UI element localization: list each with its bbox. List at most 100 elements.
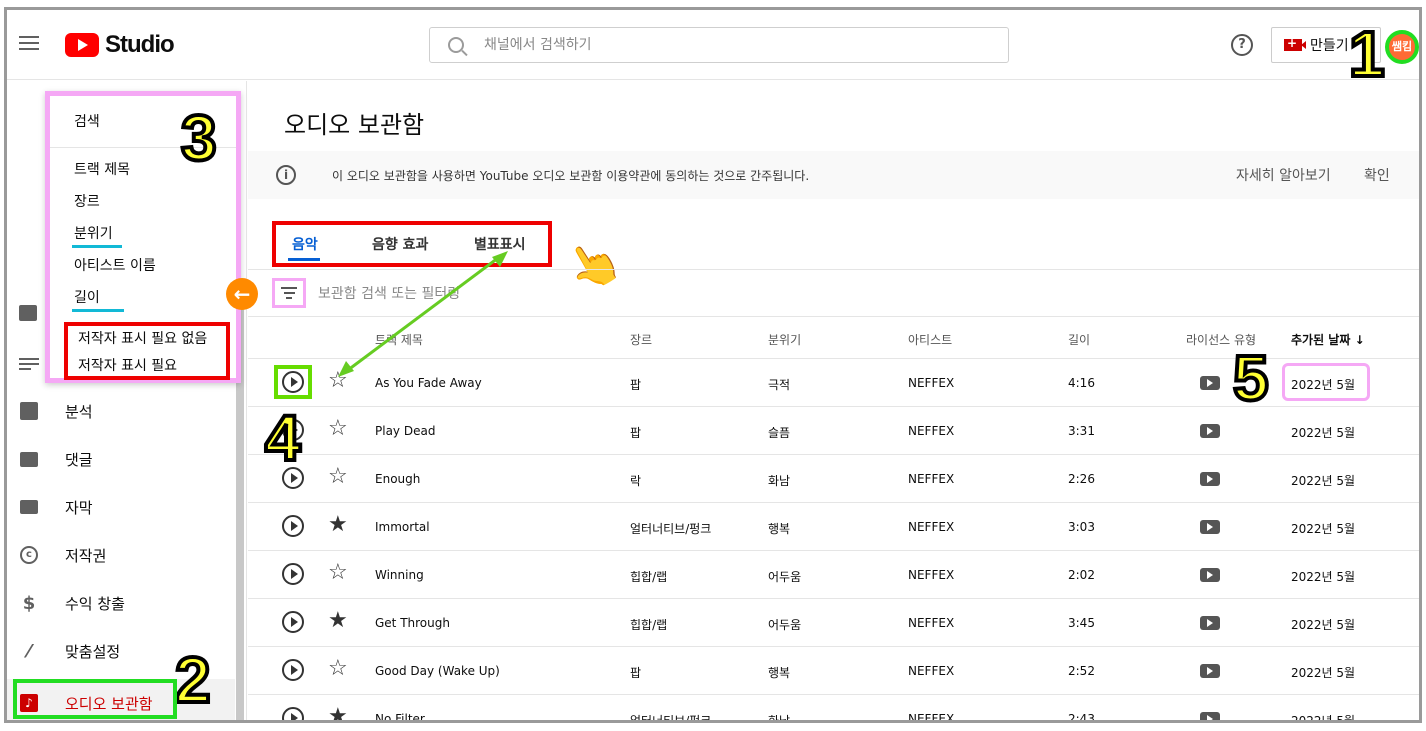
help-icon[interactable]: ? bbox=[1231, 34, 1253, 56]
track-artist: NEFFEX bbox=[908, 664, 955, 678]
sidebar-item-comments[interactable]: 댓글 bbox=[7, 435, 235, 483]
star-outline-icon[interactable]: ☆ bbox=[328, 418, 348, 440]
track-artist: NEFFEX bbox=[908, 568, 955, 582]
track-title: Get Through bbox=[375, 616, 450, 630]
learn-more-link[interactable]: 자세히 알아보기 bbox=[1236, 165, 1331, 185]
studio-logo[interactable]: Studio bbox=[65, 31, 175, 59]
filter-option-no-attribution[interactable]: 저작자 표시 필요 없음 bbox=[68, 326, 226, 353]
track-title: Immortal bbox=[375, 520, 430, 534]
table-row[interactable]: ★ No Filter 얼터너티브/펑크 화남 NEFFEX 2:43 2022… bbox=[248, 695, 1419, 723]
track-mood: 행복 bbox=[768, 666, 791, 680]
sidebar-item-subtitles[interactable]: 자막 bbox=[7, 483, 235, 531]
app-window: Studio ? 만들기 쌤킴 분석 댓글 자막 bbox=[4, 7, 1422, 723]
star-filled-icon[interactable]: ★ bbox=[328, 610, 348, 632]
column-genre[interactable]: 장르 bbox=[630, 331, 652, 348]
table-row[interactable]: ☆ Play Dead 팝 슬픔 NEFFEX 3:31 2022년 5월 bbox=[248, 407, 1419, 455]
magic-wand-icon: ⁄ bbox=[27, 640, 31, 662]
play-icon[interactable] bbox=[282, 563, 304, 585]
avatar[interactable]: 쌤킴 bbox=[1385, 30, 1419, 64]
sidebar-item-label: 자막 bbox=[65, 498, 93, 517]
arrow-left-icon: ← bbox=[226, 278, 258, 310]
filter-option-mood[interactable]: 분위기 bbox=[50, 218, 236, 250]
create-label: 만들기 bbox=[1310, 38, 1349, 54]
table-row[interactable]: ★ Get Through 힙합/랩 어두움 NEFFEX 3:45 2022년… bbox=[248, 599, 1419, 647]
table-row[interactable]: ☆ Enough 락 화남 NEFFEX 2:26 2022년 5월 bbox=[248, 455, 1419, 503]
sort-arrow-icon: ↓ bbox=[1354, 333, 1365, 347]
track-genre: 팝 bbox=[630, 426, 642, 440]
logo-text: Studio bbox=[105, 31, 175, 58]
track-length: 4:16 bbox=[1068, 376, 1095, 390]
track-genre: 락 bbox=[630, 474, 642, 488]
tab-music[interactable]: 음악 bbox=[292, 234, 318, 254]
filter-option-genre[interactable]: 장르 bbox=[50, 186, 236, 218]
track-mood: 화남 bbox=[768, 474, 791, 488]
menu-icon[interactable] bbox=[17, 32, 41, 56]
track-genre: 힙합/랩 bbox=[630, 570, 668, 584]
search-box[interactable] bbox=[429, 27, 1009, 63]
star-outline-icon[interactable]: ☆ bbox=[328, 658, 348, 680]
analytics-icon bbox=[19, 401, 39, 421]
playlist-icon[interactable] bbox=[19, 355, 39, 371]
track-length: 2:52 bbox=[1068, 664, 1095, 678]
play-icon[interactable] bbox=[282, 515, 304, 537]
youtube-license-icon bbox=[1200, 424, 1220, 438]
column-date-added[interactable]: 추가된 날짜 ↓ bbox=[1291, 331, 1365, 348]
table-row[interactable]: ☆ Winning 힙합/랩 어두움 NEFFEX 2:02 2022년 5월 bbox=[248, 551, 1419, 599]
column-artist[interactable]: 아티스트 bbox=[908, 331, 952, 348]
sidebar-item-label: 수익 창출 bbox=[65, 594, 125, 613]
youtube-play-icon bbox=[65, 33, 99, 57]
column-date-label: 추가된 날짜 bbox=[1291, 333, 1351, 347]
track-mood: 극적 bbox=[768, 378, 791, 392]
top-bar: Studio ? 만들기 쌤킴 bbox=[7, 10, 1419, 80]
sidebar-item-copyright[interactable]: c 저작권 bbox=[7, 531, 235, 579]
youtube-license-icon bbox=[1200, 520, 1220, 534]
filter-option-attribution-required[interactable]: 저작자 표시 필요 bbox=[68, 353, 226, 380]
audio-library-highlight bbox=[13, 679, 177, 719]
track-mood: 어두움 bbox=[768, 618, 802, 632]
highlight-underline bbox=[72, 309, 124, 312]
track-title: Play Dead bbox=[375, 424, 436, 438]
confirm-button[interactable]: 확인 bbox=[1364, 165, 1390, 185]
star-outline-icon[interactable]: ☆ bbox=[328, 562, 348, 584]
track-mood: 행복 bbox=[768, 522, 791, 536]
track-date: 2022년 5월 bbox=[1291, 570, 1356, 584]
filter-option-label: 아티스트 이름 bbox=[74, 258, 156, 274]
annotation-4: 4 bbox=[263, 402, 303, 474]
track-date: 2022년 5월 bbox=[1291, 474, 1356, 488]
annotation-5: 5 bbox=[1231, 342, 1271, 414]
content-icon[interactable] bbox=[19, 305, 39, 325]
filter-option-artist[interactable]: 아티스트 이름 bbox=[50, 250, 236, 282]
filter-option-label: 분위기 bbox=[74, 226, 113, 242]
star-outline-icon[interactable]: ☆ bbox=[328, 466, 348, 488]
filter-icon[interactable] bbox=[272, 278, 306, 308]
subtitles-icon bbox=[19, 497, 39, 517]
youtube-license-icon bbox=[1200, 568, 1220, 582]
sidebar-item-monetization[interactable]: $ 수익 창출 bbox=[7, 579, 235, 627]
filter-option-label: 길이 bbox=[74, 290, 100, 306]
table-row[interactable]: ★ Immortal 얼터너티브/펑크 행복 NEFFEX 3:03 2022년… bbox=[248, 503, 1419, 551]
track-genre: 힙합/랩 bbox=[630, 618, 668, 632]
play-highlight-box bbox=[274, 365, 312, 399]
annotation-arrow bbox=[338, 251, 508, 377]
search-input[interactable] bbox=[484, 37, 964, 53]
track-length: 3:45 bbox=[1068, 616, 1095, 630]
sidebar-item-analytics[interactable]: 분석 bbox=[7, 387, 235, 435]
table-row[interactable]: ☆ Good Day (Wake Up) 팝 행복 NEFFEX 2:52 20… bbox=[248, 647, 1419, 695]
play-icon[interactable] bbox=[282, 611, 304, 633]
star-filled-icon[interactable]: ★ bbox=[328, 514, 348, 536]
column-mood[interactable]: 분위기 bbox=[768, 331, 801, 348]
star-filled-icon[interactable]: ★ bbox=[328, 706, 348, 721]
filter-option-length[interactable]: 길이 bbox=[50, 282, 236, 314]
youtube-license-icon bbox=[1200, 712, 1220, 720]
track-length: 3:31 bbox=[1068, 424, 1095, 438]
track-length: 3:03 bbox=[1068, 520, 1095, 534]
track-genre: 얼터너티브/펑크 bbox=[630, 714, 712, 723]
annotation-3: 3 bbox=[179, 102, 219, 174]
youtube-license-icon bbox=[1200, 664, 1220, 678]
track-genre: 팝 bbox=[630, 666, 642, 680]
play-icon[interactable] bbox=[282, 707, 304, 720]
play-icon[interactable] bbox=[282, 659, 304, 681]
column-length[interactable]: 길이 bbox=[1068, 331, 1090, 348]
search-icon bbox=[448, 37, 464, 53]
track-genre: 팝 bbox=[630, 378, 642, 392]
